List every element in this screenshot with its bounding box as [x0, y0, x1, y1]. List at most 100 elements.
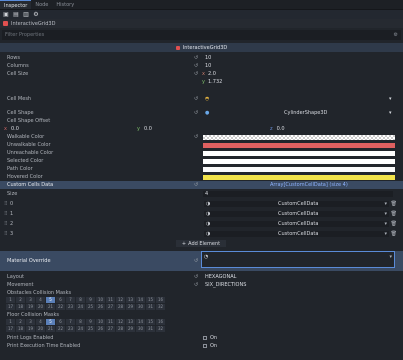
layer-cell[interactable]: 6: [56, 297, 65, 303]
prop-cell-shape[interactable]: Cell Shape ↺ ● CylinderShape3D ▾: [0, 109, 403, 117]
layer-cell[interactable]: 19: [26, 304, 35, 310]
prop-hovered-color[interactable]: Hovered Color: [0, 173, 403, 181]
layer-cell[interactable]: 10: [96, 297, 105, 303]
layer-cell[interactable]: 3: [26, 319, 35, 325]
offset-z[interactable]: 0.0: [277, 126, 285, 132]
layer-cell[interactable]: 32: [156, 304, 165, 310]
offset-y[interactable]: 0.0: [144, 126, 152, 132]
layer-cell[interactable]: 28: [116, 326, 125, 332]
item-resource[interactable]: ◑ CustomCellData ▾: [204, 211, 389, 217]
prop-selected-color[interactable]: Selected Color: [0, 157, 403, 165]
offset-x[interactable]: 0.0: [11, 126, 19, 132]
prop-unreachable-color[interactable]: Unreachable Color: [0, 149, 403, 157]
layer-cell[interactable]: 24: [76, 326, 85, 332]
layer-cell[interactable]: 22: [56, 304, 65, 310]
prop-path-color[interactable]: Path Color: [0, 165, 403, 173]
trash-icon[interactable]: 🗑: [391, 211, 397, 217]
layer-cell[interactable]: 2: [16, 319, 25, 325]
layer-cell[interactable]: 17: [6, 326, 15, 332]
layer-cell[interactable]: 31: [146, 326, 155, 332]
layer-cell[interactable]: 20: [36, 326, 45, 332]
layer-cell[interactable]: 6: [56, 319, 65, 325]
unreachable-color-swatch[interactable]: [203, 150, 395, 156]
layer-cell[interactable]: 15: [146, 319, 155, 325]
revert-icon[interactable]: ↺: [194, 182, 198, 188]
layer-cell[interactable]: 18: [16, 326, 25, 332]
layer-cell[interactable]: 1: [6, 319, 15, 325]
layer-cell[interactable]: 7: [66, 319, 75, 325]
array-item[interactable]: ⠿ 0 ◑ CustomCellData ▾ 🗑: [4, 200, 399, 208]
trash-icon[interactable]: 🗑: [391, 231, 397, 237]
layer-cell[interactable]: 5: [46, 319, 55, 325]
prop-cell-mesh[interactable]: Cell Mesh ↺ ◓ ▾: [0, 95, 403, 103]
layer-cell[interactable]: 21: [46, 304, 55, 310]
prop-custom-cells-data[interactable]: Custom Cells Data ↺ Array[CustomCellData…: [0, 181, 403, 189]
layer-cell[interactable]: 3: [26, 297, 35, 303]
layer-cell[interactable]: 8: [76, 297, 85, 303]
layer-cell[interactable]: 25: [86, 304, 95, 310]
layer-cell[interactable]: 15: [146, 297, 155, 303]
layer-cell[interactable]: 1: [6, 297, 15, 303]
layer-cell[interactable]: 12: [116, 297, 125, 303]
revert-icon[interactable]: ↺: [194, 63, 198, 69]
unwalkable-color-swatch[interactable]: [203, 142, 395, 148]
layer-cell[interactable]: 12: [116, 319, 125, 325]
layer-cell[interactable]: 4: [36, 319, 45, 325]
section-header[interactable]: InteractiveGrid3D: [0, 43, 403, 52]
layer-cell[interactable]: 18: [16, 304, 25, 310]
layer-cell[interactable]: 13: [126, 297, 135, 303]
layer-cell[interactable]: 29: [126, 304, 135, 310]
movement-value[interactable]: SIX_DIRECTIONS: [205, 282, 246, 288]
add-element-button[interactable]: + Add Element: [176, 240, 226, 247]
layer-cell[interactable]: 8: [76, 319, 85, 325]
array-item[interactable]: ⠿ 2 ◑ CustomCellData ▾ 🗑: [4, 220, 399, 228]
prop-material-override[interactable]: Material Override ↺ ◔ ▾: [0, 251, 403, 271]
tab-history[interactable]: History: [52, 0, 78, 9]
prop-print-exec[interactable]: Print Execution Time Enabled On: [0, 342, 403, 350]
layer-cell[interactable]: 11: [106, 297, 115, 303]
array-item[interactable]: ⠿ 1 ◑ CustomCellData ▾ 🗑: [4, 210, 399, 218]
layer-cell[interactable]: 26: [96, 326, 105, 332]
dropdown-icon[interactable]: ▾: [389, 110, 392, 116]
layer-cell[interactable]: 17: [6, 304, 15, 310]
cell-size-y[interactable]: 1.732: [208, 79, 222, 85]
object-row[interactable]: InteractiveGrid3D: [0, 19, 403, 28]
custom-cells-data-value[interactable]: Array[CustomCellData] (size 4): [270, 182, 348, 188]
revert-icon[interactable]: ↺: [194, 258, 198, 264]
layer-cell[interactable]: 16: [156, 319, 165, 325]
layer-cell[interactable]: 20: [36, 304, 45, 310]
material-picker[interactable]: ◔ ▾: [201, 251, 395, 268]
dropdown-icon[interactable]: ▾: [389, 254, 392, 260]
prop-rows[interactable]: Rows ↺ 10: [0, 54, 403, 62]
layer-cell[interactable]: 16: [156, 297, 165, 303]
layer-cell[interactable]: 28: [116, 304, 125, 310]
item-resource[interactable]: ◑ CustomCellData ▾: [204, 221, 389, 227]
layer-cell[interactable]: 19: [26, 326, 35, 332]
prop-movement[interactable]: Movement ↺ SIX_DIRECTIONS: [0, 281, 403, 289]
revert-icon[interactable]: ↺: [194, 96, 198, 102]
layer-cell[interactable]: 30: [136, 304, 145, 310]
rows-value[interactable]: 10: [205, 55, 211, 61]
layer-cell[interactable]: 9: [86, 297, 95, 303]
dropdown-icon[interactable]: ▾: [384, 201, 387, 207]
path-color-swatch[interactable]: [203, 166, 395, 172]
prop-columns[interactable]: Columns ↺ 10: [0, 62, 403, 70]
array-item[interactable]: ⠿ 3 ◑ CustomCellData ▾ 🗑: [4, 230, 399, 238]
revert-icon[interactable]: ↺: [194, 282, 198, 288]
cell-size-x[interactable]: 2.0: [208, 71, 216, 77]
layer-cell[interactable]: 14: [136, 297, 145, 303]
trash-icon[interactable]: 🗑: [391, 221, 397, 227]
print-exec-toggle[interactable]: On: [203, 343, 217, 349]
layer-cell[interactable]: 14: [136, 319, 145, 325]
revert-icon[interactable]: ↺: [194, 274, 198, 280]
selected-color-swatch[interactable]: [203, 158, 395, 164]
save-icon[interactable]: ▥: [23, 11, 29, 18]
dropdown-icon[interactable]: ▾: [389, 96, 392, 102]
layer-cell[interactable]: 27: [106, 326, 115, 332]
prop-size[interactable]: Size 4: [0, 190, 403, 198]
layer-cell[interactable]: 22: [56, 326, 65, 332]
trash-icon[interactable]: 🗑: [391, 201, 397, 207]
item-resource[interactable]: ◑ CustomCellData ▾: [204, 231, 389, 237]
layer-cell[interactable]: 5: [46, 297, 55, 303]
layer-cell[interactable]: 31: [146, 304, 155, 310]
